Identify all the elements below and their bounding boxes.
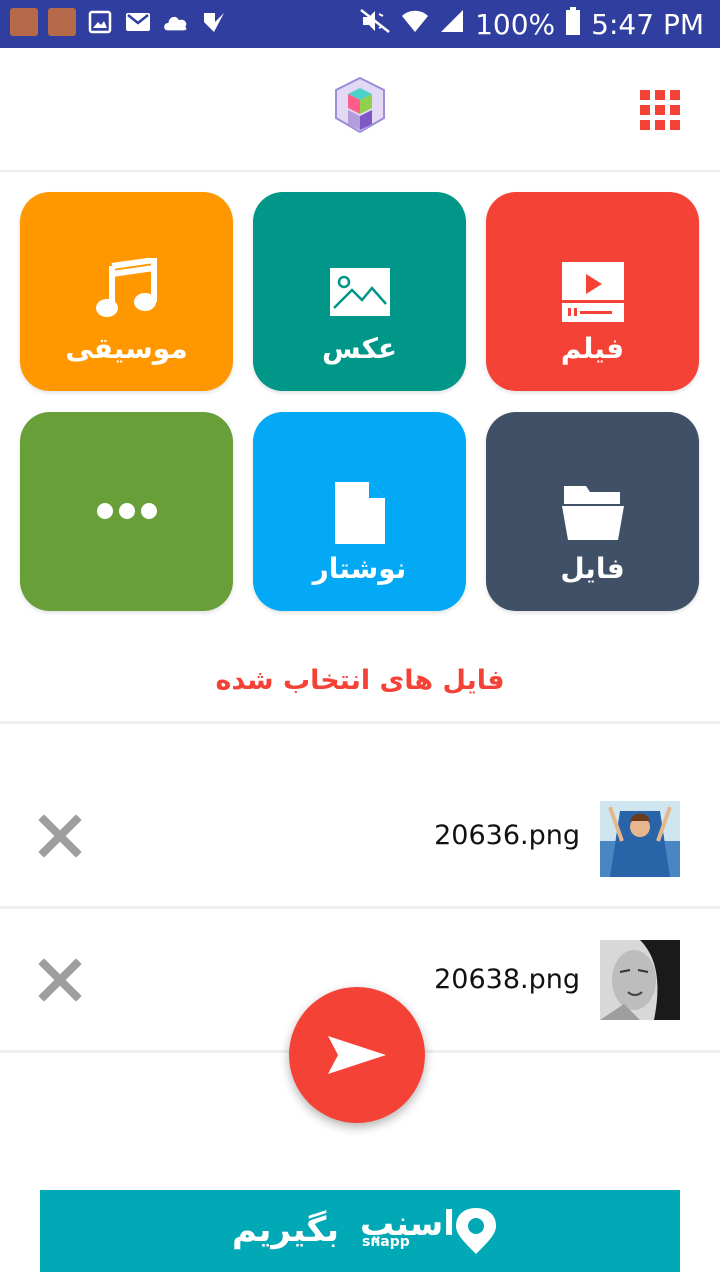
grid-menu-button[interactable] — [636, 86, 684, 134]
ad-text: بگیریم — [232, 1210, 339, 1250]
photo-thumb — [600, 940, 680, 1020]
document-icon — [334, 482, 385, 548]
grid-icon — [640, 90, 680, 130]
notification-icons — [10, 8, 228, 36]
tile-file[interactable]: فایل — [486, 412, 699, 611]
tile-video-label: فیلم — [560, 332, 625, 365]
cloud-icon — [162, 8, 190, 36]
clock: 5:47 PM — [591, 7, 704, 41]
more-icon — [96, 502, 158, 524]
send-icon — [328, 1036, 386, 1074]
tile-document-label: نوشتار — [312, 552, 407, 585]
wifi-icon — [401, 8, 429, 41]
image-icon — [329, 268, 390, 320]
battery-icon — [565, 6, 581, 42]
mute-icon — [359, 8, 391, 41]
tile-document[interactable]: نوشتار — [253, 412, 466, 611]
tile-image[interactable]: عکس — [253, 192, 466, 391]
tile-more[interactable] — [20, 412, 233, 611]
check-icon — [200, 8, 228, 36]
file-name: 20636.png — [434, 820, 580, 851]
tile-music[interactable]: موسیقی — [20, 192, 233, 391]
remove-file-button[interactable] — [38, 814, 82, 858]
cube-logo — [330, 74, 390, 138]
folder-icon — [561, 484, 624, 544]
tile-image-label: عکس — [322, 332, 397, 365]
divider — [0, 906, 720, 909]
send-button[interactable] — [289, 987, 425, 1123]
battery-percent: 100% — [475, 7, 556, 41]
tile-file-label: فایل — [560, 552, 625, 585]
mail-icon — [124, 8, 152, 36]
file-name: 20638.png — [434, 964, 580, 995]
avatar-icon — [48, 8, 76, 36]
divider — [0, 721, 720, 724]
ad-banner[interactable]: بگیریم اسنپ snapp — [40, 1190, 680, 1272]
avatar-icon — [10, 8, 38, 36]
file-row: 20636.png — [0, 776, 720, 896]
close-icon — [38, 814, 82, 858]
signal-icon — [439, 8, 465, 41]
toolbar — [0, 48, 720, 172]
video-icon — [561, 262, 624, 326]
image-icon — [86, 8, 114, 36]
photo-thumb — [600, 801, 680, 881]
remove-file-button[interactable] — [38, 958, 82, 1002]
location-pin-icon — [454, 1206, 498, 1256]
selected-files-title: فایل های انتخاب شده — [215, 665, 505, 696]
status-bar: 100% 5:47 PM — [0, 0, 720, 48]
ad-brand-sub: snapp — [362, 1234, 410, 1250]
music-note-icon — [95, 256, 158, 324]
tile-video[interactable]: فیلم — [486, 192, 699, 391]
tile-music-label: موسیقی — [65, 332, 188, 365]
system-status: 100% 5:47 PM — [359, 0, 704, 48]
close-icon — [38, 958, 82, 1002]
